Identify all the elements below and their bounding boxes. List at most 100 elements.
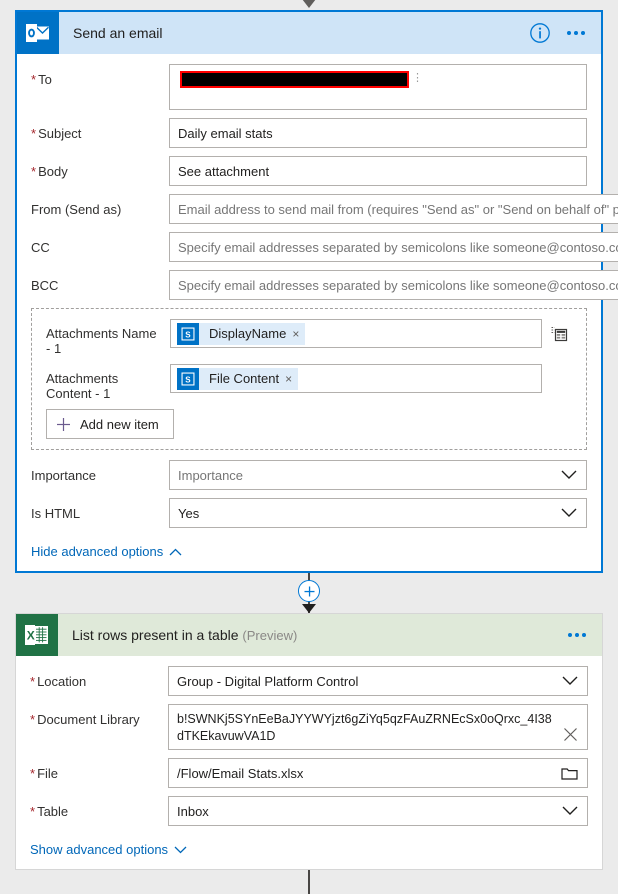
connector-top (0, 0, 618, 10)
add-new-item-label: Add new item (80, 416, 159, 432)
clear-icon[interactable] (563, 727, 578, 742)
required-asterisk: * (30, 766, 36, 781)
field-label-table: * Table (30, 796, 168, 819)
table-value: Inbox (177, 803, 209, 819)
importance-placeholder: Importance (178, 467, 244, 483)
card-header-list-rows[interactable]: X List rows present in a table (Preview) (16, 614, 602, 656)
info-icon[interactable] (529, 22, 551, 44)
location-dropdown[interactable]: Group - Digital Platform Control (168, 666, 588, 696)
card-header-actions (529, 22, 601, 44)
body-input[interactable]: See attachment (169, 156, 587, 186)
file-value: /Flow/Email Stats.xlsx (177, 765, 304, 781)
to-input[interactable]: ⋮ (169, 64, 587, 110)
attachments-name-input[interactable]: S DisplayName × (170, 319, 542, 348)
label-text: File (37, 766, 59, 781)
chevron-down-icon (174, 846, 187, 853)
token-label: DisplayName (209, 326, 287, 341)
plus-icon (57, 417, 70, 431)
attachments-rows: Attachments Name - 1 S DisplayName × Att… (36, 319, 542, 439)
arrow-down-icon (302, 604, 316, 613)
card-body-send-an-email: * To ⋮ * Subject Daily email stats * Body S… (17, 54, 618, 571)
folder-picker-icon[interactable] (561, 766, 578, 781)
field-row-is-html: Is HTML Yes (31, 498, 587, 528)
hide-advanced-options-label: Hide advanced options (31, 544, 164, 559)
card-title: Send an email (59, 25, 529, 41)
label-text: BCC (31, 278, 59, 293)
action-card-list-rows-present-in-a-table[interactable]: X List rows present in a table (Preview)… (15, 613, 603, 870)
arrow-down-icon (302, 0, 316, 8)
field-row-file: * File /Flow/Email Stats.xlsx (30, 758, 588, 788)
card-header-actions (566, 629, 602, 641)
cc-placeholder: Specify email addresses separated by sem… (178, 239, 618, 255)
field-row-subject: * Subject Daily email stats (31, 118, 587, 148)
chevron-down-icon (562, 676, 578, 685)
outlook-icon (17, 12, 59, 54)
ellipsis-icon[interactable] (566, 629, 588, 641)
svg-text:S: S (185, 375, 191, 384)
label-text: Importance (31, 468, 97, 483)
is-html-value: Yes (178, 505, 200, 521)
is-html-dropdown[interactable]: Yes (169, 498, 587, 528)
bcc-input[interactable]: Specify email addresses separated by sem… (169, 270, 618, 300)
label-text: CC (31, 240, 50, 255)
field-label-location: * Location (30, 666, 168, 689)
field-label-is-html: Is HTML (31, 498, 169, 521)
show-advanced-options-label: Show advanced options (30, 842, 169, 857)
label-text: To (38, 72, 52, 87)
label-text: Subject (38, 126, 82, 141)
field-label-from: From (Send as) (31, 194, 169, 217)
field-label-body: * Body (31, 156, 169, 179)
dynamic-content-token[interactable]: S File Content × (177, 367, 299, 390)
connector-insert-step (0, 573, 618, 613)
cc-input[interactable]: Specify email addresses separated by sem… (169, 232, 618, 262)
document-library-input[interactable]: b!SWNKj5SYnEeBaJYYWYjzt6gZiYq5qzFAuZRNEc… (168, 704, 588, 750)
subject-input[interactable]: Daily email stats (169, 118, 587, 148)
field-row-from: From (Send as) Email address to send mai… (31, 194, 618, 224)
insert-new-step-button[interactable] (298, 580, 320, 602)
field-label-subject: * Subject (31, 118, 169, 141)
attachments-content-input[interactable]: S File Content × (170, 364, 542, 393)
add-new-item-button[interactable]: Add new item (46, 409, 174, 439)
document-library-value: b!SWNKj5SYnEeBaJYYWYjzt6gZiYq5qzFAuZRNEc… (177, 712, 552, 743)
attachments-group: Attachments Name - 1 S DisplayName × Att… (31, 308, 587, 450)
remove-token-icon[interactable]: × (292, 328, 299, 340)
excel-icon: X (16, 614, 58, 656)
hide-advanced-options-link[interactable]: Hide advanced options (31, 544, 182, 559)
field-label-cc: CC (31, 232, 169, 255)
location-value: Group - Digital Platform Control (177, 673, 359, 689)
label-text: Body (38, 164, 68, 179)
field-row-cc: CC Specify email addresses separated by … (31, 232, 618, 262)
label-text: Is HTML (31, 506, 81, 521)
label-text: Location (37, 674, 87, 689)
importance-dropdown[interactable]: Importance (169, 460, 587, 490)
field-row-body: * Body See attachment (31, 156, 587, 186)
field-row-attachments-name: Attachments Name - 1 S DisplayName × (36, 319, 542, 356)
label-text: Document Library (37, 712, 140, 727)
chevron-down-icon (561, 470, 577, 479)
field-label-to: * To (31, 64, 169, 87)
chevron-down-icon (561, 508, 577, 517)
ellipsis-icon[interactable] (565, 27, 587, 39)
connector-bottom (0, 870, 618, 894)
required-asterisk: * (30, 712, 36, 727)
card-title-text: Send an email (73, 25, 163, 41)
svg-text:X: X (27, 629, 35, 643)
label-text: From (Send as) (31, 202, 122, 217)
card-header-send-an-email[interactable]: Send an email (17, 12, 601, 54)
bcc-placeholder: Specify email addresses separated by sem… (178, 277, 618, 293)
required-asterisk: * (31, 126, 37, 141)
table-dropdown[interactable]: Inbox (168, 796, 588, 826)
file-input[interactable]: /Flow/Email Stats.xlsx (168, 758, 588, 788)
field-row-bcc: BCC Specify email addresses separated by… (31, 270, 618, 300)
show-advanced-options-link[interactable]: Show advanced options (30, 842, 187, 857)
switch-to-array-icon[interactable] (542, 319, 576, 343)
required-asterisk: * (31, 72, 37, 87)
svg-text:S: S (185, 330, 191, 339)
body-value: See attachment (178, 163, 270, 179)
required-asterisk: * (31, 164, 37, 179)
chevron-up-icon (169, 548, 182, 555)
action-card-send-an-email[interactable]: Send an email * To ⋮ * Subject Daily ema… (15, 10, 618, 573)
dynamic-content-token[interactable]: S DisplayName × (177, 322, 306, 345)
from-input[interactable]: Email address to send mail from (require… (169, 194, 618, 224)
remove-token-icon[interactable]: × (285, 373, 292, 385)
